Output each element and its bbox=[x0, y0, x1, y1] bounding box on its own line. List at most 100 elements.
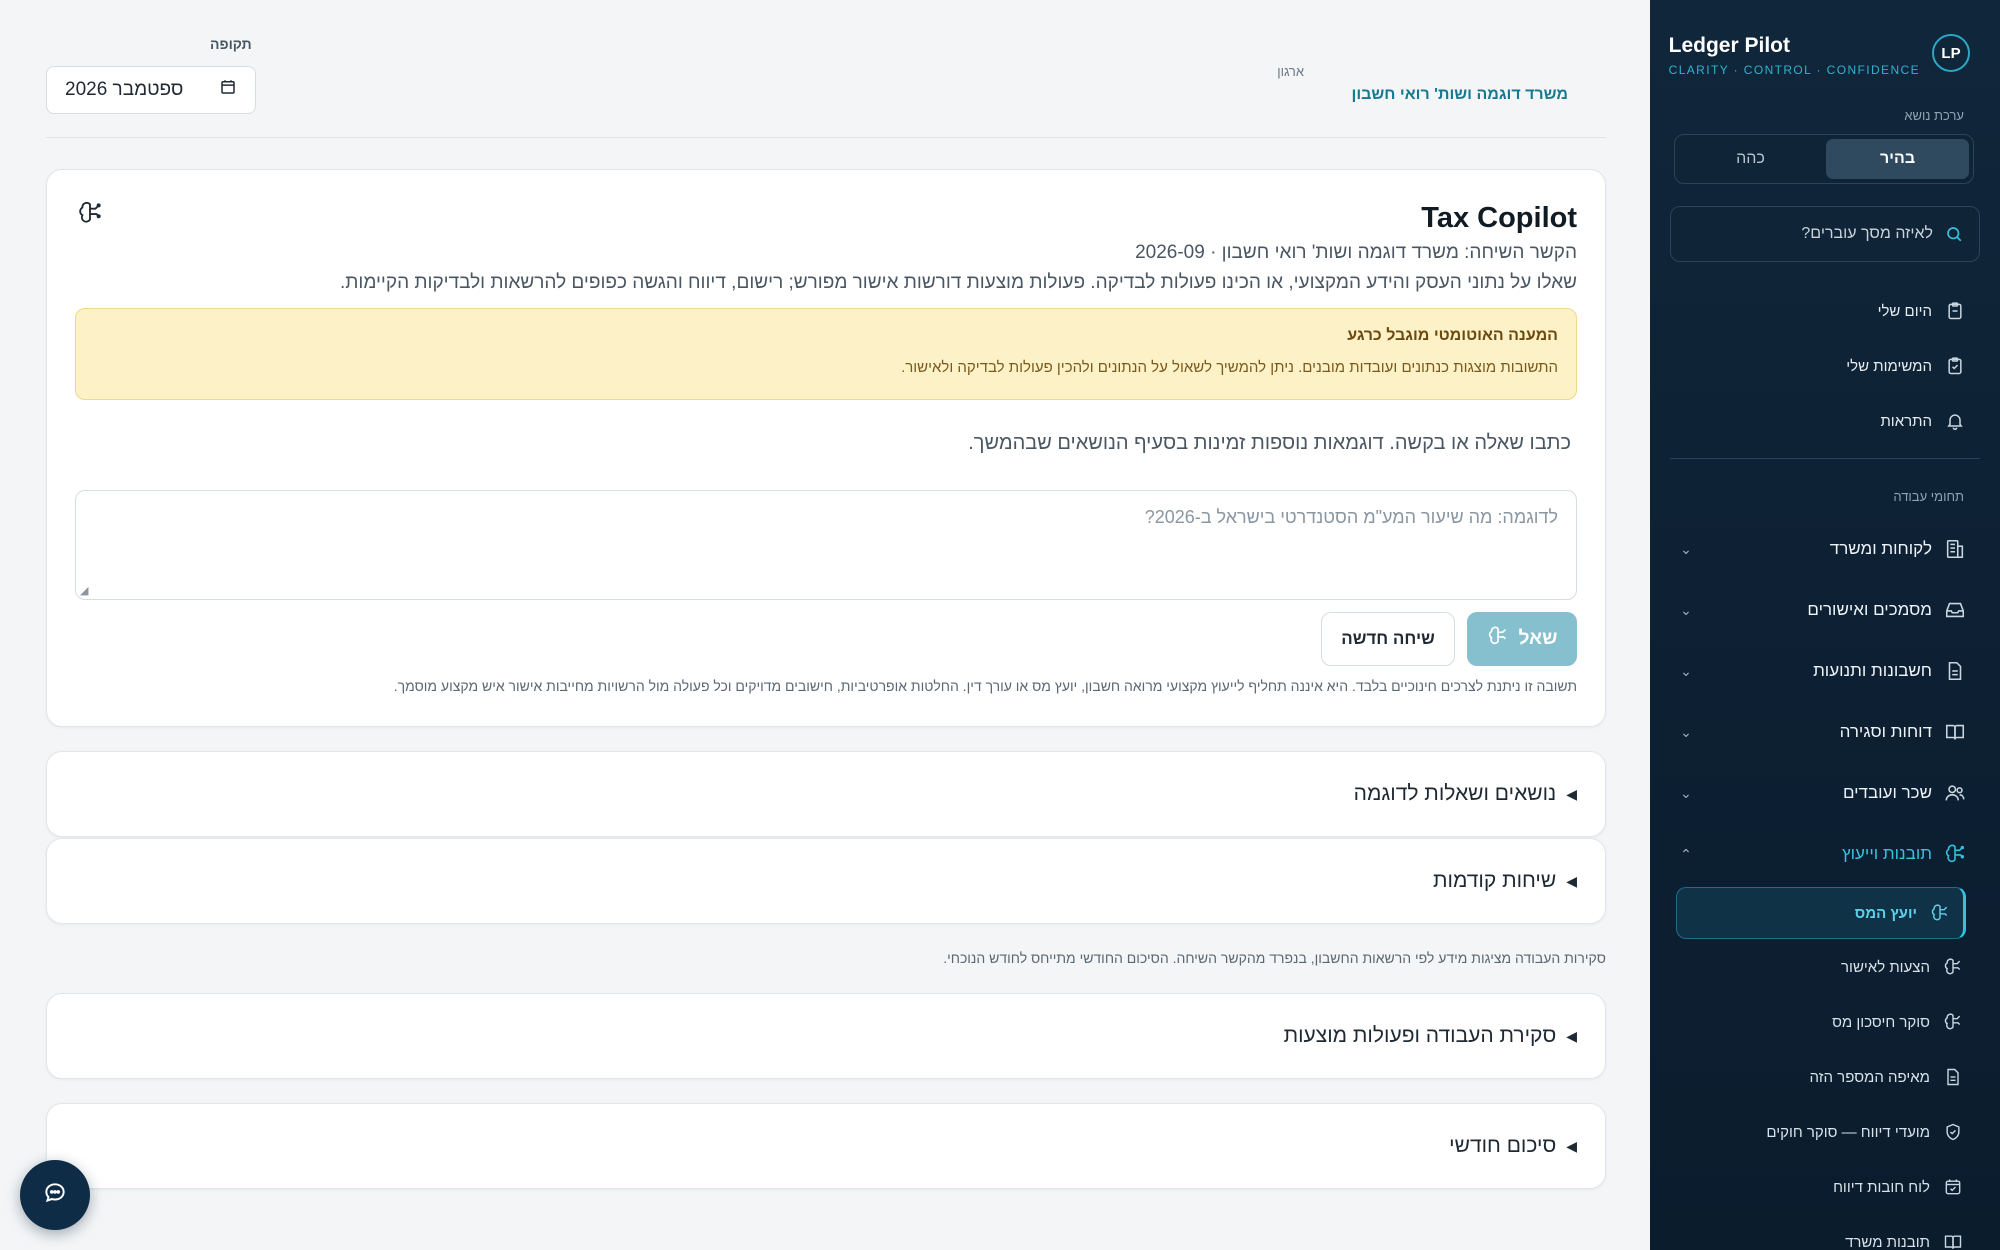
sub-deadlines[interactable]: מועדי דיווח — סוקר חוקים bbox=[1678, 1121, 1964, 1143]
resize-handle-icon[interactable]: ◢ bbox=[80, 584, 88, 597]
limited-mode-alert: המענה האוטומטי מוגבל כרגע התשובות מוצגות… bbox=[75, 308, 1577, 400]
sub-reporting-board[interactable]: לוח חובות דיווח bbox=[1678, 1176, 1964, 1198]
book-icon bbox=[1942, 1231, 1964, 1250]
bell-icon bbox=[1944, 410, 1966, 432]
sub-tax-savings[interactable]: סוקר חיסכון מס bbox=[1678, 1011, 1964, 1033]
period-value: ספטמבר 2026 bbox=[65, 79, 184, 100]
calendar-icon bbox=[219, 78, 237, 102]
overview-note: סקירות העבודה מציגות מידע לפי הרשאות החש… bbox=[943, 950, 1606, 966]
group-documents[interactable]: מסמכים ואישורים ⌄ bbox=[1676, 595, 1966, 625]
document-icon bbox=[1942, 1066, 1964, 1088]
copilot-title: Tax Copilot bbox=[1421, 202, 1577, 234]
brain-icon bbox=[1929, 902, 1951, 924]
sidebar-divider bbox=[1670, 458, 1980, 459]
question-input[interactable] bbox=[76, 491, 1576, 599]
theme-dark-button[interactable]: כהה bbox=[1679, 139, 1822, 179]
accordion-overview-label: סקירת העבודה ופעולות מוצעות bbox=[1283, 1024, 1557, 1047]
book-icon bbox=[1944, 721, 1966, 743]
work-areas-label: תחומי עבודה bbox=[1893, 489, 1964, 504]
accordion-previous-label: שיחות קודמות bbox=[1432, 869, 1557, 892]
chat-launcher-button[interactable] bbox=[20, 1160, 90, 1230]
accordion-monthly-label: סיכום חודשי bbox=[1449, 1134, 1557, 1157]
sub-number-origin-label: מאיפה המספר הזה bbox=[1809, 1068, 1930, 1086]
chevron-down-icon: ⌄ bbox=[1680, 723, 1692, 740]
alert-title: המענה האוטומטי מוגבל כרגע bbox=[1347, 327, 1558, 344]
accordion-work-overview[interactable]: ◀ סקירת העבודה ופעולות מוצעות bbox=[46, 993, 1606, 1079]
brand-tagline: CLARITY · CONTROL · CONFIDENCE bbox=[1668, 63, 1920, 77]
group-clients-office-label: לקוחות ומשרד bbox=[1829, 539, 1932, 558]
theme-label: ערכת נושא bbox=[1904, 108, 1964, 123]
triangle-left-icon: ◀ bbox=[1566, 872, 1577, 889]
new-chat-button[interactable]: שיחה חדשה bbox=[1321, 612, 1455, 666]
brain-icon bbox=[1942, 1011, 1964, 1033]
conversation-context: הקשר השיחה: משרד דוגמה ושות' רואי חשבון … bbox=[1135, 242, 1577, 263]
document-icon bbox=[1944, 660, 1966, 682]
sidebar-search-input[interactable] bbox=[1685, 225, 1933, 243]
header-divider bbox=[46, 137, 1606, 138]
triangle-left-icon: ◀ bbox=[1566, 785, 1577, 802]
theme-toggle: בהיר כהה bbox=[1674, 134, 1974, 184]
nav-alerts[interactable]: התראות bbox=[1676, 410, 1966, 432]
theme-light-button[interactable]: בהיר bbox=[1826, 139, 1969, 179]
sub-tax-advisor[interactable]: יועץ המס bbox=[1676, 887, 1966, 939]
chevron-down-icon: ⌄ bbox=[1680, 601, 1692, 618]
group-reports-label: דוחות וסגירה bbox=[1839, 722, 1932, 741]
chat-bubble-icon bbox=[42, 1180, 68, 1211]
building-icon bbox=[1944, 538, 1966, 560]
nav-my-tasks[interactable]: המשימות שלי bbox=[1676, 355, 1966, 377]
ask-button-label: שאל bbox=[1518, 628, 1558, 649]
period-label: תקופה bbox=[210, 36, 252, 52]
sub-tax-advisor-label: יועץ המס bbox=[1854, 904, 1917, 922]
group-accounts-label: חשבונות ותנועות bbox=[1813, 661, 1932, 680]
accordion-topics[interactable]: ◀ נושאים ושאלות לדוגמה bbox=[46, 751, 1606, 837]
org-label: ארגון bbox=[1277, 64, 1304, 79]
group-payroll[interactable]: שכר ועובדים ⌄ bbox=[1676, 778, 1966, 808]
accordion-topics-label: נושאים ושאלות לדוגמה bbox=[1353, 782, 1557, 805]
group-clients-office[interactable]: לקוחות ומשרד ⌄ bbox=[1676, 534, 1966, 564]
calendar-check-icon bbox=[1942, 1176, 1964, 1198]
search-icon bbox=[1943, 223, 1965, 245]
sub-tax-savings-label: סוקר חיסכון מס bbox=[1832, 1013, 1930, 1031]
disclaimer: תשובה זו ניתנת לצרכים חינוכיים בלבד. היא… bbox=[393, 678, 1577, 694]
triangle-left-icon: ◀ bbox=[1566, 1137, 1577, 1154]
sub-suggestions[interactable]: הצעות לאישור bbox=[1678, 956, 1964, 978]
triangle-left-icon: ◀ bbox=[1566, 1027, 1577, 1044]
nav-alerts-label: התראות bbox=[1880, 412, 1932, 430]
sub-suggestions-label: הצעות לאישור bbox=[1841, 958, 1930, 976]
users-icon bbox=[1944, 782, 1966, 804]
accordion-monthly-summary[interactable]: ◀ סיכום חודשי bbox=[46, 1103, 1606, 1189]
sub-reporting-board-label: לוח חובות דיווח bbox=[1833, 1178, 1930, 1196]
sidebar-search bbox=[1670, 206, 1980, 262]
sub-office-insights[interactable]: תובנות משרד bbox=[1678, 1231, 1964, 1250]
nav-my-day-label: היום שלי bbox=[1877, 302, 1932, 320]
question-field-wrapper: ◢ bbox=[75, 490, 1577, 600]
copilot-description: שאלו על נתוני העסק והידע המקצועי, או הכי… bbox=[339, 272, 1577, 293]
chevron-down-icon: ⌄ bbox=[1680, 662, 1692, 679]
sub-deadlines-label: מועדי דיווח — סוקר חוקים bbox=[1766, 1123, 1930, 1141]
accordion-previous-chats[interactable]: ◀ שיחות קודמות bbox=[46, 838, 1606, 924]
group-accounts[interactable]: חשבונות ותנועות ⌄ bbox=[1676, 656, 1966, 686]
nav-my-day[interactable]: היום שלי bbox=[1676, 300, 1966, 322]
inbox-icon bbox=[1944, 599, 1966, 621]
group-insights-label: תובנות וייעוץ bbox=[1842, 844, 1932, 863]
clipboard-icon bbox=[1944, 300, 1966, 322]
brain-icon bbox=[1944, 843, 1966, 865]
brain-icon bbox=[1942, 956, 1964, 978]
ask-button[interactable]: שאל bbox=[1467, 612, 1577, 666]
group-reports[interactable]: דוחות וסגירה ⌄ bbox=[1676, 717, 1966, 747]
chevron-down-icon: ⌄ bbox=[1680, 540, 1692, 557]
period-picker[interactable]: ספטמבר 2026 bbox=[46, 66, 256, 114]
brand[interactable]: LP Ledger Pilot CLARITY · CONTROL · CONF… bbox=[1669, 34, 1970, 77]
prompt-hint: כתבו שאלה או בקשה. דוגמאות נוספות זמינות… bbox=[968, 432, 1571, 454]
nav-my-tasks-label: המשימות שלי bbox=[1846, 357, 1932, 375]
brand-logo: LP bbox=[1932, 34, 1970, 72]
sidebar: LP Ledger Pilot CLARITY · CONTROL · CONF… bbox=[1650, 0, 2000, 1250]
org-name-link[interactable]: משרד דוגמה ושות' רואי חשבון bbox=[1352, 86, 1569, 104]
group-payroll-label: שכר ועובדים bbox=[1842, 783, 1932, 802]
group-insights[interactable]: תובנות וייעוץ ⌃ bbox=[1676, 839, 1966, 869]
tax-copilot-card: Tax Copilot הקשר השיחה: משרד דוגמה ושות'… bbox=[46, 169, 1606, 727]
sub-number-origin[interactable]: מאיפה המספר הזה bbox=[1678, 1066, 1964, 1088]
alert-body: התשובות מוצגות כנתונים ועובדות מובנים. נ… bbox=[901, 359, 1558, 376]
chevron-down-icon: ⌄ bbox=[1680, 784, 1692, 801]
brain-icon bbox=[77, 200, 103, 231]
